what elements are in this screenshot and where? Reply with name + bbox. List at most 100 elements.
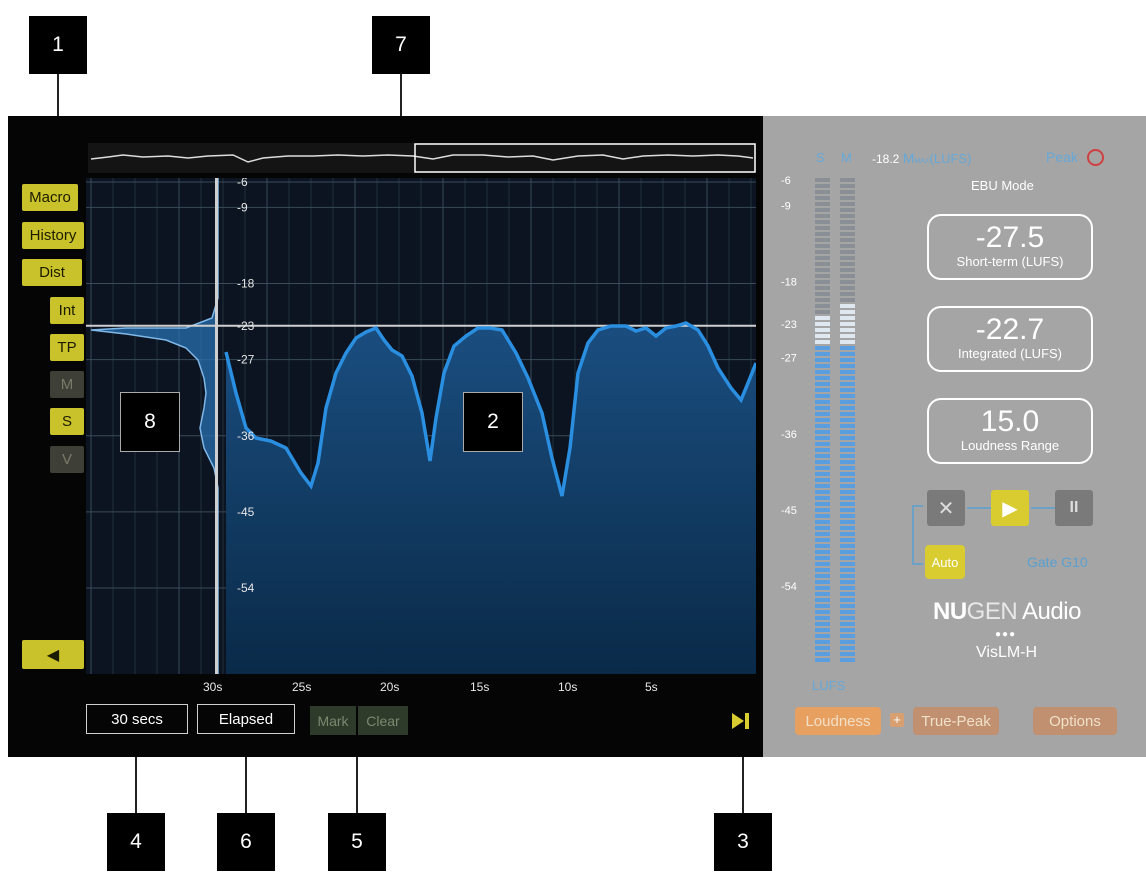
m-meter-segment (840, 448, 855, 452)
s-meter-segment (815, 274, 830, 278)
m-meter-segment (840, 310, 855, 314)
s-button[interactable]: S (50, 408, 84, 435)
auto-button[interactable]: Auto (925, 545, 965, 579)
m-meter-segment (840, 454, 855, 458)
plus-icon: + (890, 713, 904, 727)
s-meter-segment (815, 610, 830, 614)
s-meter-segment (815, 190, 830, 194)
range-label: Loudness Range (960, 438, 1060, 453)
m-meter-segment (840, 490, 855, 494)
mode-label: EBU Mode (971, 178, 1034, 193)
loudness-button[interactable]: Loudness (795, 707, 881, 735)
pause-button[interactable]: II (1055, 490, 1093, 526)
m-meter-segment (840, 262, 855, 266)
s-meter-segment (815, 598, 830, 602)
duration-selector[interactable]: 30 secs (86, 704, 188, 734)
clear-button[interactable]: Clear (358, 706, 408, 735)
tp-button[interactable]: TP (50, 334, 84, 361)
time-mode-selector[interactable]: Elapsed (197, 704, 295, 734)
s-meter-segment (815, 262, 830, 266)
peak-label: Peak (1046, 149, 1078, 165)
s-meter-segment (815, 322, 830, 326)
s-meter-segment (815, 520, 830, 524)
y-tick-label: -54 (237, 581, 255, 595)
true-peak-button[interactable]: True-Peak (913, 707, 999, 735)
s-meter-segment (815, 286, 830, 290)
m-meter-segment (840, 382, 855, 386)
m-meter-segment (840, 442, 855, 446)
integrated-value: -22.7 (975, 313, 1045, 346)
s-meter-segment (815, 214, 830, 218)
meter-ticks: -6 -9 -18 -23 -27 -36 -45 -54 (781, 176, 797, 593)
s-meter-segment (815, 184, 830, 188)
peak-indicator-icon[interactable] (1087, 149, 1104, 166)
m-meter-segment (840, 520, 855, 524)
y-tick-label: -45 (237, 505, 255, 519)
dist-button[interactable]: Dist (22, 259, 82, 286)
m-meter-segment (840, 496, 855, 500)
s-meter-segment (815, 472, 830, 476)
play-button[interactable]: ▶ (991, 490, 1029, 526)
m-meter-segment (840, 604, 855, 608)
brand-nu: NU (933, 598, 967, 625)
s-meter-segment (815, 544, 830, 548)
macro-button[interactable]: Macro (22, 184, 78, 211)
s-meter-segment (815, 556, 830, 560)
s-meter-segment (815, 658, 830, 662)
m-button[interactable]: M (50, 371, 84, 398)
m-meter-segment (840, 394, 855, 398)
level-meter: -6 -9 -18 -23 -27 -36 -45 -54 (781, 176, 855, 662)
options-button[interactable]: Options (1033, 707, 1117, 735)
int-button[interactable]: Int (50, 297, 84, 324)
s-meter-segment (815, 268, 830, 272)
gate-label[interactable]: Gate G10 (1027, 554, 1088, 570)
m-meter-segment (840, 484, 855, 488)
max-m-label: M (902, 150, 915, 166)
meter-tick-label: -23 (781, 319, 797, 331)
s-meter-segment (815, 226, 830, 230)
jump-to-end-button[interactable] (730, 710, 752, 732)
x-tick: 5s (645, 680, 658, 694)
s-meter-segment (815, 418, 830, 422)
m-meter-segment (840, 304, 855, 308)
pause-icon: II (1069, 499, 1079, 516)
m-meter-segment (840, 226, 855, 230)
v-button[interactable]: V (50, 446, 84, 473)
s-meter-segment (815, 580, 830, 584)
s-meter-segment (815, 196, 830, 200)
s-meter-segment (815, 388, 830, 392)
play-icon: ▶ (1002, 497, 1018, 520)
s-meter-segment (815, 484, 830, 488)
s-meter-segment (815, 478, 830, 482)
s-meter-segment (815, 586, 830, 590)
cursor-bar[interactable] (215, 178, 218, 674)
s-meter-segment (815, 652, 830, 656)
m-meter-segment (840, 244, 855, 248)
y-tick-label: -23 (237, 319, 255, 333)
s-meter-segment (815, 232, 830, 236)
m-meter-segment (840, 640, 855, 644)
m-meter-segment (840, 658, 855, 662)
m-meter-segment (840, 628, 855, 632)
m-meter-segment (840, 652, 855, 656)
history-button[interactable]: History (22, 222, 84, 249)
collapse-button[interactable]: ◀ (22, 640, 84, 669)
product-name: VisLM-H (976, 644, 1038, 661)
mark-button[interactable]: Mark (310, 706, 356, 735)
m-meter-segment (840, 634, 855, 638)
m-meter-segment (840, 298, 855, 302)
meter-tick-label: -6 (781, 176, 791, 187)
m-meter-segment (840, 280, 855, 284)
s-meter-segment (815, 346, 830, 350)
m-meter-segment (840, 250, 855, 254)
visLM-plugin-window: Macro History Dist Int TP M S V ◀ -6 -9 … (8, 116, 1146, 757)
overview-strip[interactable] (88, 143, 756, 173)
x-tick: 20s (380, 680, 400, 694)
m-meter-segment (840, 478, 855, 482)
s-meter-segment (815, 640, 830, 644)
range-readout: 15.0 Loudness Range (927, 398, 1093, 464)
s-meter-segment (815, 412, 830, 416)
reset-button[interactable]: ✕ (927, 490, 965, 526)
short-term-readout: -27.5 Short-term (LUFS) (927, 214, 1093, 280)
s-meter-segment (815, 574, 830, 578)
